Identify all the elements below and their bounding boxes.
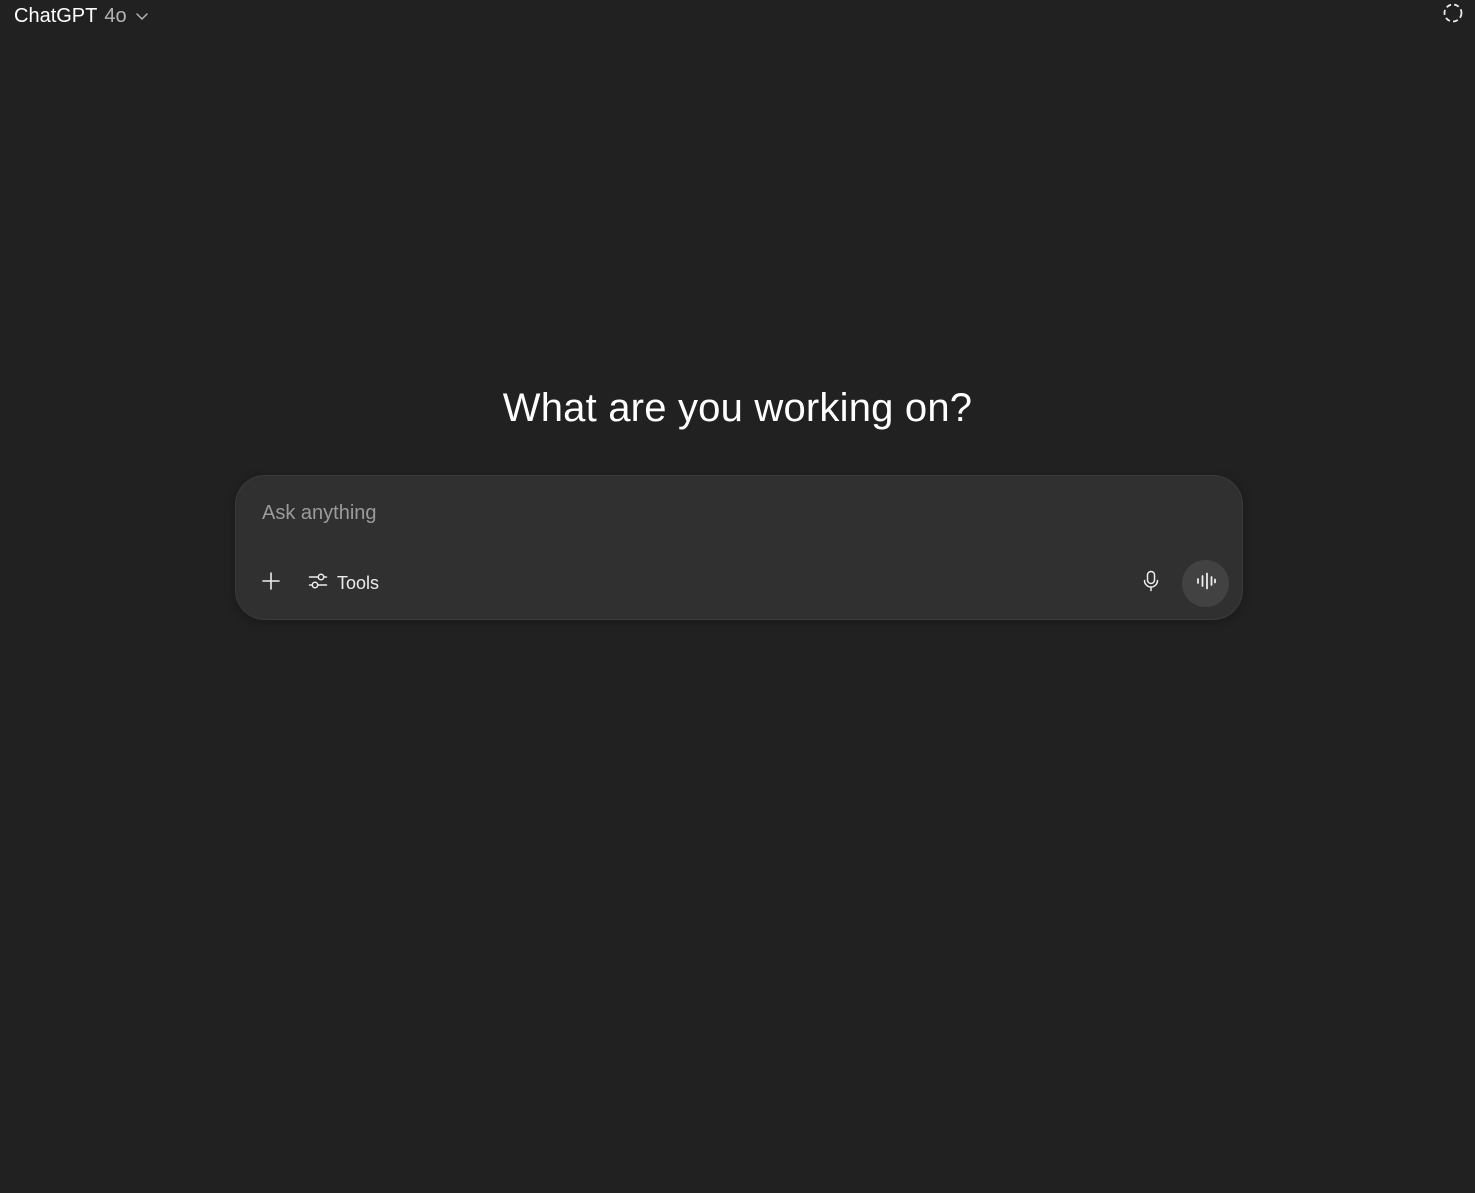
model-switcher-button[interactable]: ChatGPT 4o bbox=[14, 3, 149, 29]
model-name: ChatGPT bbox=[14, 4, 98, 27]
dashed-circle-icon bbox=[1442, 2, 1464, 29]
voice-mode-button[interactable] bbox=[1182, 560, 1229, 607]
prompt-input[interactable] bbox=[262, 498, 1202, 528]
dictate-button[interactable] bbox=[1136, 568, 1166, 598]
plus-icon bbox=[261, 571, 281, 596]
tools-button[interactable]: Tools bbox=[302, 568, 385, 598]
sliders-icon bbox=[308, 571, 328, 596]
prompt-composer: Tools bbox=[235, 475, 1243, 620]
microphone-icon bbox=[1141, 570, 1161, 597]
chevron-down-icon bbox=[135, 9, 149, 23]
temporary-chat-button[interactable] bbox=[1441, 3, 1465, 27]
voice-waveform-icon bbox=[1195, 572, 1217, 595]
model-version: 4o bbox=[104, 4, 127, 27]
top-bar: ChatGPT 4o bbox=[0, 0, 1475, 32]
page-headline: What are you working on? bbox=[502, 386, 973, 430]
tools-label: Tools bbox=[337, 572, 380, 593]
add-attachment-button[interactable] bbox=[256, 568, 286, 598]
app-window: ChatGPT 4o What are you working on? Ask … bbox=[0, 0, 1475, 1193]
